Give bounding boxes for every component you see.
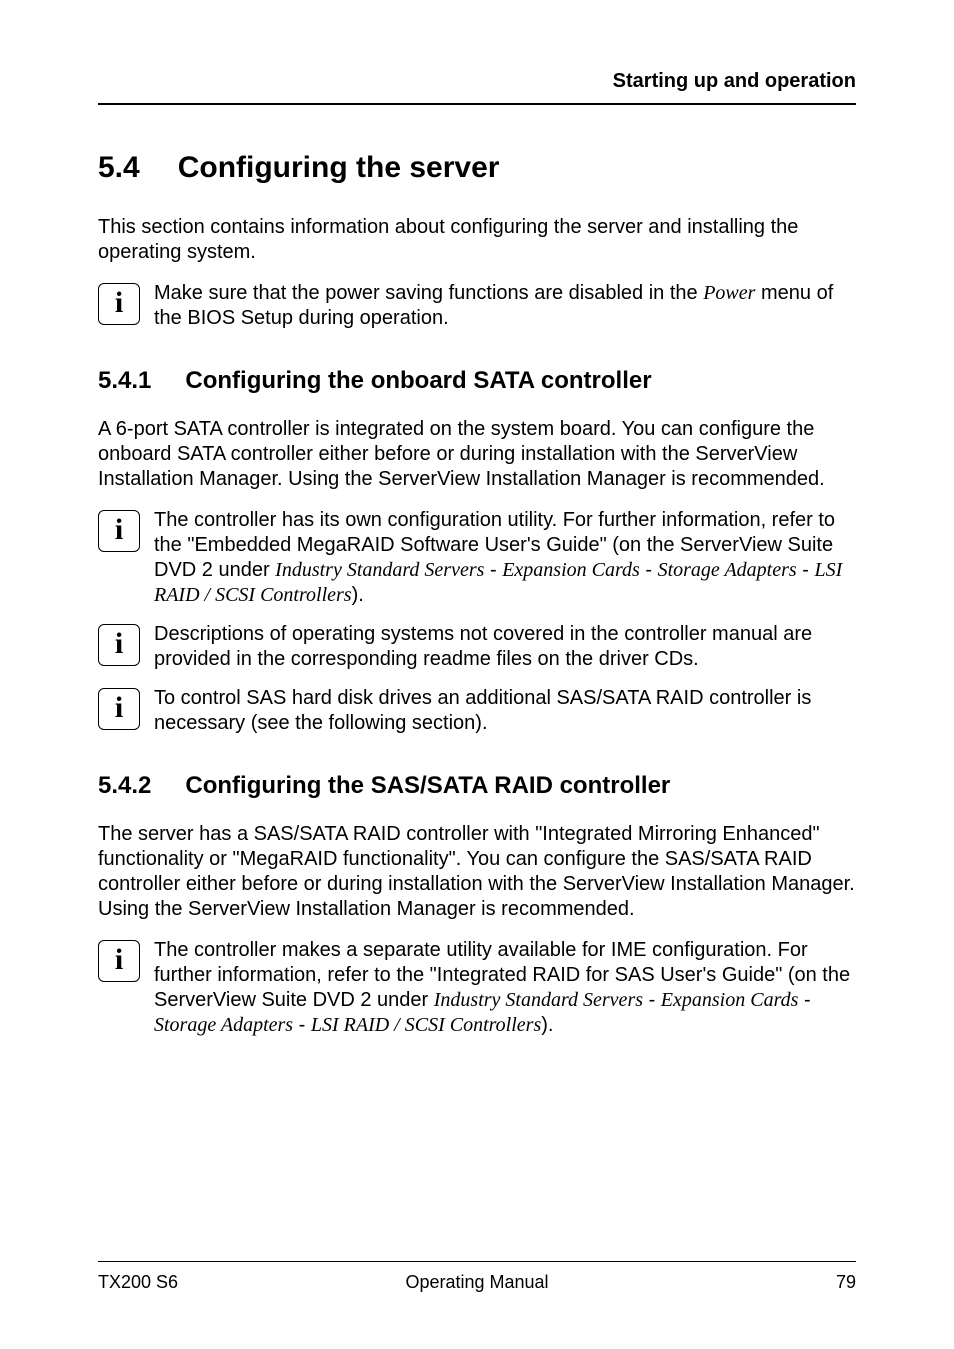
subsection-heading: 5.4.1 Configuring the onboard SATA contr…	[98, 367, 856, 395]
section-title: Configuring the server	[178, 151, 500, 185]
footer-center: Operating Manual	[98, 1272, 856, 1293]
text-run: -	[798, 989, 810, 1011]
subsection-title: Configuring the onboard SATA controller	[185, 367, 651, 395]
info-icon: i	[98, 624, 140, 666]
info-icon: i	[98, 688, 140, 730]
subsection-number: 5.4.1	[98, 367, 151, 395]
info-text: Descriptions of operating systems not co…	[154, 622, 856, 672]
subsection-title: Configuring the SAS/SATA RAID controller	[185, 772, 670, 800]
page: Starting up and operation 5.4 Configurin…	[0, 0, 954, 1349]
info-note: i To control SAS hard disk drives an add…	[98, 686, 856, 736]
text-run: -	[640, 559, 658, 581]
section-number: 5.4	[98, 151, 140, 185]
italic-run: Storage Adapters	[658, 559, 797, 581]
info-text: The controller makes a separate utility …	[154, 938, 856, 1038]
info-icon: i	[98, 283, 140, 325]
running-head: Starting up and operation	[98, 70, 856, 105]
subsection-paragraph: A 6-port SATA controller is integrated o…	[98, 417, 856, 492]
italic-run: Expansion Cards	[502, 559, 640, 581]
italic-run: Storage Adapters	[154, 1014, 293, 1036]
info-note: i The controller has its own configurati…	[98, 508, 856, 608]
section-intro: This section contains information about …	[98, 215, 856, 265]
subsection-paragraph: The server has a SAS/SATA RAID controlle…	[98, 822, 856, 922]
info-text: The controller has its own configuration…	[154, 508, 856, 608]
info-icon: i	[98, 510, 140, 552]
footer-left: TX200 S6	[98, 1272, 178, 1293]
text-run: ).	[541, 1014, 553, 1036]
text-run: -	[484, 559, 502, 581]
subsection-heading: 5.4.2 Configuring the SAS/SATA RAID cont…	[98, 772, 856, 800]
italic-run: Industry Standard Servers	[434, 989, 643, 1011]
info-text: Make sure that the power saving function…	[154, 281, 856, 331]
italic-run: Industry Standard Servers	[275, 559, 484, 581]
text-run: -	[293, 1014, 311, 1036]
text-run: ).	[352, 584, 364, 606]
text-run: -	[797, 559, 815, 581]
page-footer: TX200 S6 Operating Manual 79	[98, 1261, 856, 1293]
italic-run: Power	[703, 282, 755, 304]
section-heading: 5.4 Configuring the server	[98, 151, 856, 185]
footer-right: 79	[836, 1272, 856, 1293]
subsection-number: 5.4.2	[98, 772, 151, 800]
info-note: i The controller makes a separate utilit…	[98, 938, 856, 1038]
info-note: i Descriptions of operating systems not …	[98, 622, 856, 672]
text-run: -	[643, 989, 661, 1011]
italic-run: LSI RAID / SCSI Controllers	[311, 1014, 541, 1036]
info-text: To control SAS hard disk drives an addit…	[154, 686, 856, 736]
info-icon: i	[98, 940, 140, 982]
text-run: Make sure that the power saving function…	[154, 282, 703, 304]
info-note: i Make sure that the power saving functi…	[98, 281, 856, 331]
italic-run: Expansion Cards	[661, 989, 799, 1011]
